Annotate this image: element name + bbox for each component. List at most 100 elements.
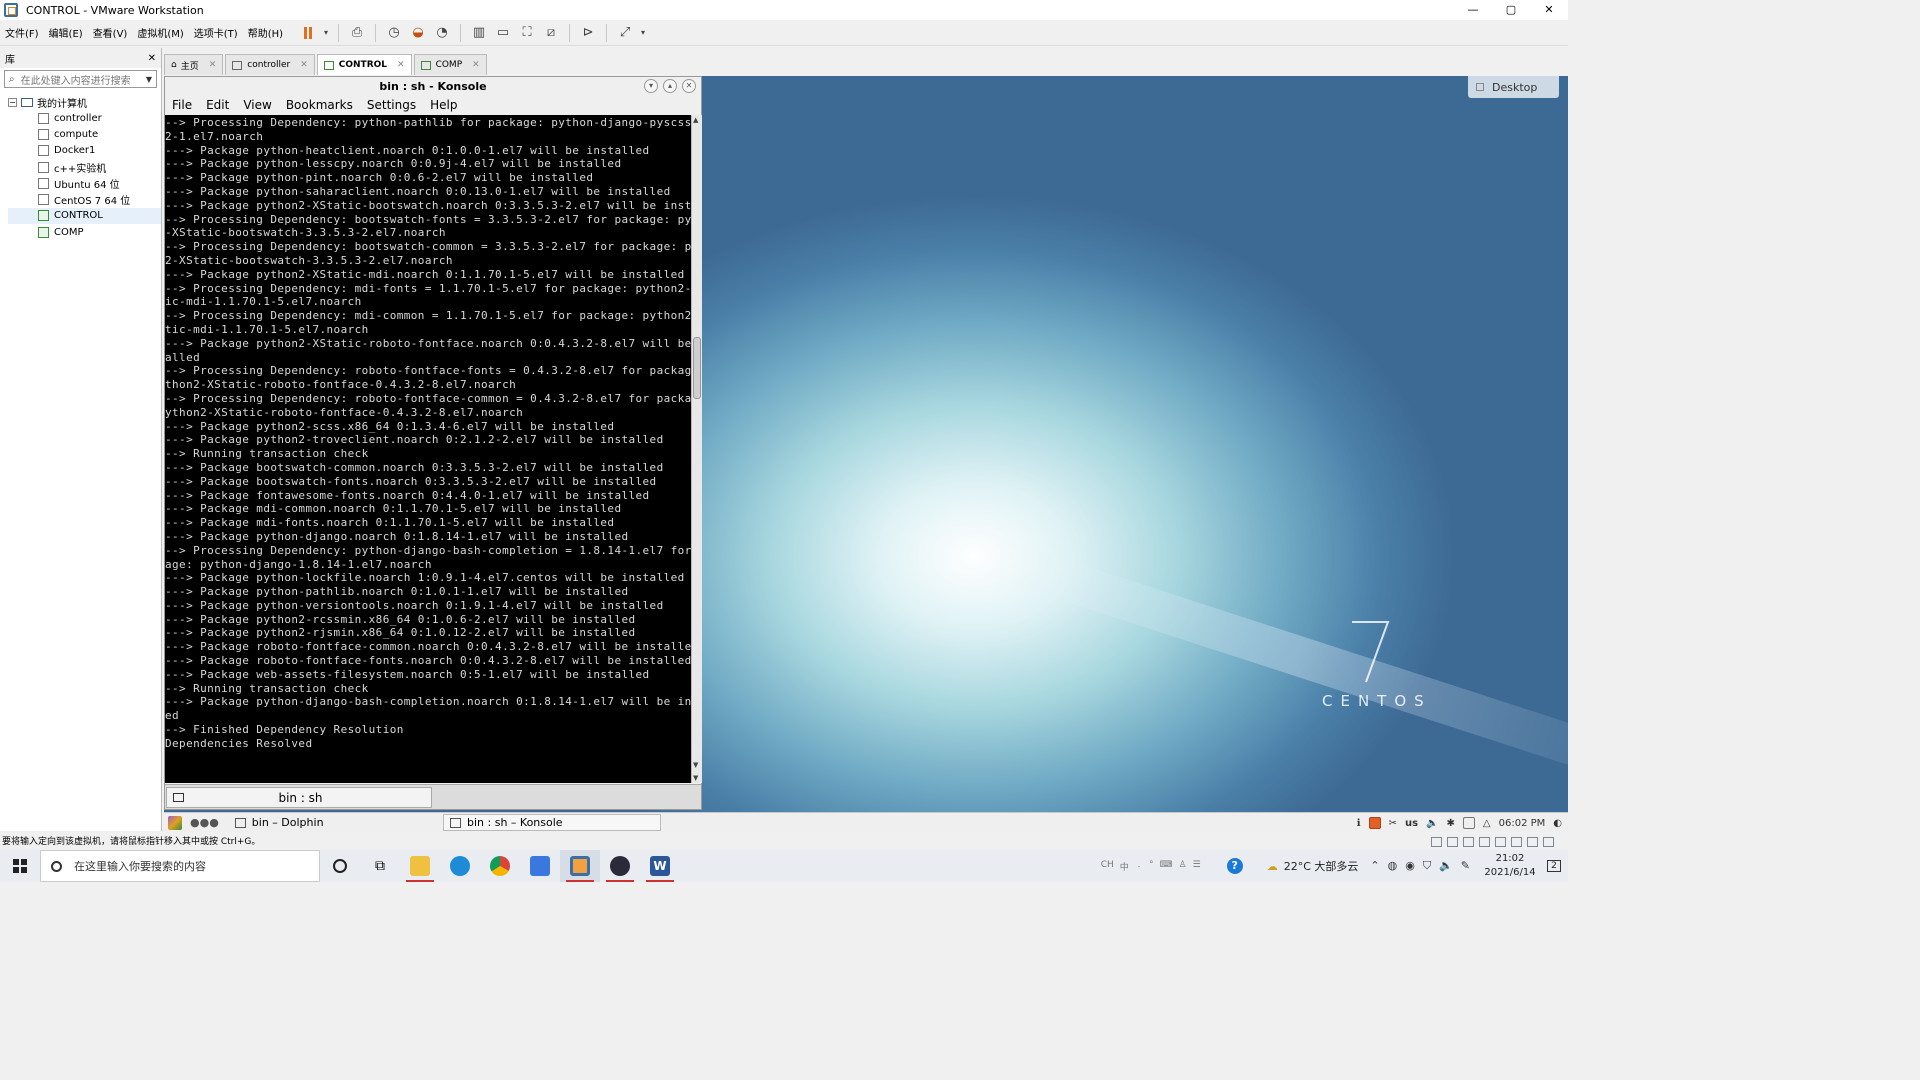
terminal-output[interactable]: --> Processing Dependency: python-pathli…: [165, 115, 691, 783]
word-icon[interactable]: W: [640, 850, 680, 882]
keyboard-layout[interactable]: us: [1405, 818, 1418, 829]
konsole-title-bar[interactable]: bin : sh - Konsole ▾ ▴ ✕: [165, 77, 701, 96]
menu-edit[interactable]: 编辑(E): [44, 25, 88, 40]
display-icon[interactable]: [1527, 837, 1538, 847]
scrollbar-thumb[interactable]: [693, 337, 701, 399]
menu-view[interactable]: 查看(V): [88, 25, 133, 40]
show-hidden-icons[interactable]: ⌃: [1370, 859, 1379, 873]
close-button[interactable]: ✕: [1530, 0, 1568, 20]
volume-icon[interactable]: 🔈: [1439, 859, 1453, 873]
minimize-button[interactable]: —: [1454, 0, 1492, 20]
printer-icon[interactable]: [1511, 837, 1522, 847]
edge-icon[interactable]: [440, 850, 480, 882]
vm-item-controller[interactable]: controller: [8, 110, 161, 126]
scroll-end-icon[interactable]: ▼: [693, 774, 698, 782]
konsole-session-tab[interactable]: bin : sh: [166, 787, 432, 808]
collapse-icon[interactable]: −: [8, 97, 17, 107]
console-view-icon[interactable]: ⊳: [577, 22, 599, 44]
konsole-window[interactable]: bin : sh - Konsole ▾ ▴ ✕ File Edit View …: [164, 76, 702, 810]
chevron-down-icon[interactable]: ▼: [146, 75, 152, 84]
konsole-menu-bookmarks[interactable]: Bookmarks: [281, 98, 358, 112]
network-adapter-icon[interactable]: [1463, 837, 1474, 847]
tree-root-my-computer[interactable]: − 我的计算机: [8, 94, 161, 110]
guest-display[interactable]: Desktop CENTOS bin : sh - Konsole ▾ ▴ ✕ …: [164, 76, 1568, 812]
maximize-button[interactable]: ▢: [1492, 0, 1530, 20]
desktop-button[interactable]: Desktop: [1468, 76, 1559, 98]
tab-home[interactable]: ⌂ 主页 ✕: [164, 54, 224, 75]
scroll-up-icon[interactable]: ▲: [693, 116, 698, 124]
konsole-menu-file[interactable]: File: [167, 98, 197, 112]
library-view-icon[interactable]: ▥: [468, 22, 490, 44]
sound-card-icon[interactable]: [1495, 837, 1506, 847]
cd-drive-icon[interactable]: [1447, 837, 1458, 847]
removable-device-icon[interactable]: [1462, 817, 1475, 829]
vm-item-docker1[interactable]: Docker1: [8, 143, 161, 159]
konsole-menu-view[interactable]: View: [238, 98, 276, 112]
volume-icon[interactable]: 🔈: [1426, 818, 1438, 829]
chrome-icon[interactable]: [480, 850, 520, 882]
update-notifier-icon[interactable]: [1368, 817, 1381, 829]
konsole-menu-help[interactable]: Help: [425, 98, 462, 112]
terminal-scrollbar[interactable]: ▲ ▼ ▼: [691, 115, 702, 783]
tab-control[interactable]: CONTROL ✕: [316, 54, 412, 75]
start-button[interactable]: [0, 850, 40, 882]
message-log-icon[interactable]: [1543, 837, 1554, 847]
vm-item-ubuntu[interactable]: Ubuntu 64 位: [8, 175, 161, 191]
menu-help[interactable]: 帮助(H): [243, 25, 288, 40]
vm-item-cpp[interactable]: c++实验机: [8, 159, 161, 175]
taskbar-clock[interactable]: 21:02 2021/6/14: [1480, 852, 1540, 880]
network-tray-icon[interactable]: ◍: [1388, 859, 1398, 873]
eclipse-icon[interactable]: [600, 850, 640, 882]
vmware-taskbar-icon[interactable]: [560, 850, 600, 882]
qq-icon[interactable]: ◉: [1405, 859, 1415, 873]
power-dropdown-icon[interactable]: ▾: [321, 22, 331, 44]
tab-close-icon[interactable]: ✕: [472, 60, 480, 70]
notification-center-icon[interactable]: 2: [1540, 850, 1568, 882]
panel-toolbox-icon[interactable]: ◐: [1553, 818, 1562, 829]
taskbar-search-input[interactable]: 在这里输入你要搜索的内容: [40, 850, 320, 882]
vm-item-control[interactable]: CONTROL: [8, 207, 161, 225]
tab-close-icon[interactable]: ✕: [397, 60, 405, 70]
minimize-icon[interactable]: ▾: [644, 79, 658, 93]
konsole-menu-settings[interactable]: Settings: [362, 98, 421, 112]
send-ctrl-alt-del-icon[interactable]: ⎙: [346, 22, 368, 44]
bluetooth-icon[interactable]: ✱: [1447, 818, 1455, 829]
info-icon[interactable]: ℹ: [1357, 818, 1361, 829]
snapshot-manager-icon[interactable]: ◔: [431, 22, 453, 44]
feishu-icon[interactable]: [520, 850, 560, 882]
menu-vm[interactable]: 虚拟机(M): [132, 25, 188, 40]
vm-item-comp[interactable]: COMP: [8, 224, 161, 240]
klipper-icon[interactable]: ✂: [1389, 818, 1397, 829]
file-explorer-icon[interactable]: [400, 850, 440, 882]
konsole-menu-edit[interactable]: Edit: [201, 98, 234, 112]
maximize-icon[interactable]: ▴: [663, 79, 677, 93]
vm-item-compute[interactable]: compute: [8, 126, 161, 142]
task-dolphin[interactable]: bin – Dolphin: [229, 815, 330, 831]
task-konsole[interactable]: bin : sh – Konsole: [443, 814, 661, 831]
library-close-icon[interactable]: ✕: [148, 53, 156, 64]
menu-file[interactable]: 文件(F): [0, 25, 44, 40]
thumbnail-bar-icon[interactable]: ▭: [492, 22, 514, 44]
activities-icon[interactable]: ●●●: [190, 816, 219, 829]
tab-close-icon[interactable]: ✕: [209, 60, 217, 70]
snapshot-icon[interactable]: ◷: [383, 22, 405, 44]
full-screen-icon[interactable]: ⛶: [516, 22, 538, 44]
pen-icon[interactable]: ✎: [1461, 859, 1470, 873]
usb-icon[interactable]: [1479, 837, 1490, 847]
weather-text[interactable]: 22°C 大部多云: [1284, 858, 1359, 874]
revert-snapshot-icon[interactable]: ◒: [407, 22, 429, 44]
tab-comp[interactable]: COMP ✕: [413, 54, 487, 75]
pause-icon[interactable]: [297, 22, 319, 44]
unity-icon[interactable]: ⧄: [540, 22, 562, 44]
stretch-dropdown-icon[interactable]: ▾: [638, 22, 648, 44]
task-view-icon[interactable]: ⧉: [360, 850, 400, 882]
cortana-icon[interactable]: [320, 850, 360, 882]
scroll-down-icon[interactable]: ▼: [693, 761, 698, 769]
ime-indicators[interactable]: CH 中 ㆍ ° ⌨ ♙ ☰: [1101, 860, 1201, 873]
guest-clock[interactable]: 06:02 PM: [1499, 818, 1546, 829]
menu-tabs[interactable]: 选项卡(T): [189, 25, 243, 40]
help-icon[interactable]: ?: [1226, 858, 1243, 874]
hard-disk-icon[interactable]: [1431, 837, 1442, 847]
tab-close-icon[interactable]: ✕: [300, 60, 308, 70]
tray-expand-icon[interactable]: △: [1483, 818, 1491, 829]
